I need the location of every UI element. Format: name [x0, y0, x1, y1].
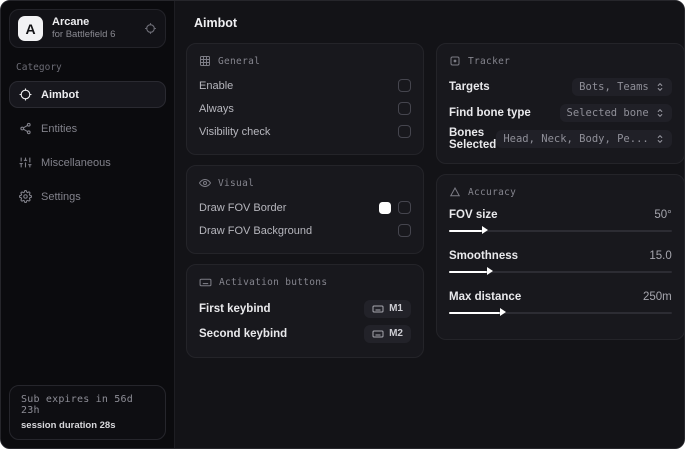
- setting-label: Find bone type: [449, 107, 531, 119]
- sliders-icon: [19, 156, 32, 169]
- setting-label: Visibility check: [199, 125, 271, 138]
- setting-label: Draw FOV Background: [199, 224, 313, 237]
- always-checkbox[interactable]: [398, 102, 411, 115]
- sub-expires-text: Sub expires in 56d 23h: [21, 394, 133, 416]
- setting-row-second-keybind: Second keybind M2: [199, 321, 411, 346]
- fov-size-value: 50°: [654, 209, 672, 221]
- bones-selected-select[interactable]: Head, Neck, Body, Pe...: [496, 130, 672, 148]
- setting-label: First keybind: [199, 302, 271, 315]
- app-header-card: A Arcane for Battlefield 6: [9, 9, 166, 48]
- chevrons-up-down-icon: [655, 134, 665, 144]
- setting-row-fov-background: Draw FOV Background: [199, 219, 411, 242]
- chevrons-up-down-icon: [655, 82, 665, 92]
- color-swatch[interactable]: [379, 201, 391, 214]
- setting-row-visibility-check: Visibility check: [199, 120, 411, 143]
- scan-square-icon: [449, 55, 461, 67]
- setting-label: Smoothness: [449, 250, 519, 262]
- app-subtitle: for Battlefield 6: [52, 28, 116, 40]
- setting-row-fov-border: Draw FOV Border: [199, 196, 411, 219]
- sidebar-item-label: Settings: [41, 190, 81, 203]
- keyboard-icon: [372, 328, 384, 340]
- app-logo: A: [18, 16, 43, 41]
- targets-select[interactable]: Bots, Teams: [572, 78, 672, 96]
- setting-label: Enable: [199, 79, 234, 92]
- find-bone-type-select[interactable]: Selected bone: [559, 104, 672, 122]
- smoothness-slider[interactable]: [449, 266, 672, 277]
- setting-row-bones-selected: Bones Selected Head, Neck, Body, Pe...: [449, 126, 672, 152]
- eye-icon: [199, 177, 211, 189]
- setting-row-targets: Targets Bots, Teams: [449, 74, 672, 100]
- main-panel: Aimbot General Enable Always Visibility …: [175, 1, 684, 448]
- setting-label: Always: [199, 102, 234, 115]
- section-title: General: [218, 55, 261, 67]
- chevrons-up-down-icon: [655, 108, 665, 118]
- keyboard-icon: [199, 276, 212, 289]
- app-name: Arcane: [52, 16, 90, 29]
- max-distance-slider[interactable]: [449, 307, 672, 318]
- keyboard-icon: [372, 303, 384, 315]
- subscription-info: Sub expires in 56d 23h session duration …: [9, 385, 166, 440]
- keybind-value: M1: [389, 303, 403, 314]
- sidebar: A Arcane for Battlefield 6 Category Aimb: [1, 1, 175, 448]
- section-title: Visual: [218, 177, 255, 189]
- setting-label: Max distance: [449, 291, 522, 303]
- setting-row-max-distance: Max distance 250m: [449, 287, 672, 318]
- crosshair-icon: [19, 88, 32, 101]
- page-title: Aimbot: [194, 16, 238, 30]
- enable-checkbox[interactable]: [398, 79, 411, 92]
- sidebar-item-miscellaneous[interactable]: Miscellaneous: [9, 149, 166, 176]
- activation-card: Activation buttons First keybind M1 Seco…: [186, 264, 424, 358]
- setting-label: Second keybind: [199, 327, 288, 340]
- accuracy-card: Accuracy FOV size 50° Smoothness 15.0 Ma…: [436, 174, 684, 340]
- first-keybind-button[interactable]: M1: [364, 299, 411, 318]
- setting-label: Draw FOV Border: [199, 201, 287, 214]
- sidebar-item-label: Aimbot: [41, 88, 79, 101]
- sidebar-item-label: Entities: [41, 122, 78, 135]
- second-keybind-button[interactable]: M2: [364, 324, 411, 343]
- keybind-value: M2: [389, 328, 403, 339]
- setting-row-enable: Enable: [199, 74, 411, 97]
- smoothness-value: 15.0: [649, 250, 672, 262]
- slider-fill: [449, 267, 493, 275]
- fov-background-checkbox[interactable]: [398, 224, 411, 237]
- app-window: A Arcane for Battlefield 6 Category Aimb: [0, 0, 685, 449]
- section-title: Activation buttons: [219, 277, 328, 288]
- section-title: Tracker: [468, 55, 511, 67]
- visibility-check-checkbox[interactable]: [398, 125, 411, 138]
- sidebar-item-entities[interactable]: Entities: [9, 115, 166, 142]
- setting-label: Targets: [449, 81, 490, 93]
- setting-label: FOV size: [449, 209, 498, 221]
- tracker-card: Tracker Targets Bots, Teams Find bone ty…: [436, 43, 684, 164]
- entities-icon: [19, 122, 32, 135]
- setting-row-find-bone-type: Find bone type Selected bone: [449, 100, 672, 126]
- select-value: Bots, Teams: [579, 81, 649, 93]
- setting-row-always: Always: [199, 97, 411, 120]
- gear-icon: [19, 190, 32, 203]
- setting-label: Bones Selected: [449, 127, 497, 151]
- sidebar-item-label: Miscellaneous: [41, 156, 111, 169]
- grid-icon: [199, 55, 211, 67]
- fov-border-checkbox[interactable]: [398, 201, 411, 214]
- sidebar-item-aimbot[interactable]: Aimbot: [9, 81, 166, 108]
- setting-row-first-keybind: First keybind M1: [199, 296, 411, 321]
- general-card: General Enable Always Visibility check: [186, 43, 424, 155]
- sidebar-item-settings[interactable]: Settings: [9, 183, 166, 210]
- category-label: Category: [16, 62, 62, 73]
- reticle-icon[interactable]: [144, 22, 157, 35]
- slider-fill: [449, 308, 507, 316]
- session-duration-text: session duration 28s: [21, 420, 116, 431]
- fov-size-slider[interactable]: [449, 225, 672, 236]
- select-value: Head, Neck, Body, Pe...: [503, 133, 649, 145]
- setting-row-fov-size: FOV size 50°: [449, 205, 672, 236]
- select-value: Selected bone: [566, 107, 649, 119]
- section-title: Accuracy: [468, 186, 517, 198]
- setting-row-smoothness: Smoothness 15.0: [449, 246, 672, 277]
- triangle-icon: [449, 186, 461, 198]
- max-distance-value: 250m: [642, 291, 672, 303]
- slider-fill: [449, 226, 489, 234]
- visual-card: Visual Draw FOV Border Draw FOV Backgrou…: [186, 165, 424, 254]
